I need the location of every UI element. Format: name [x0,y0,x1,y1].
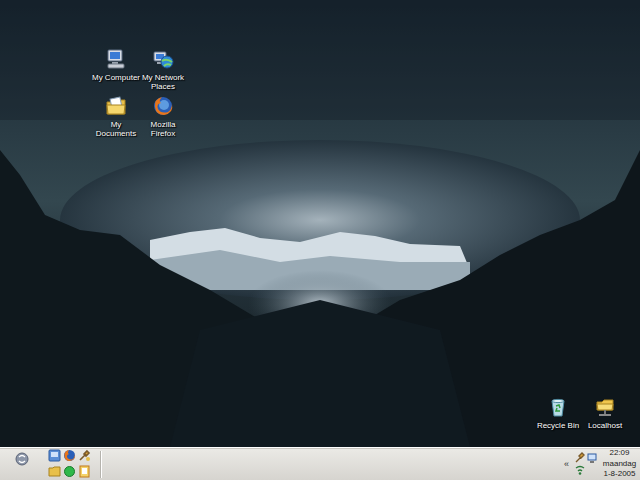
folder-icon[interactable] [48,465,61,478]
icon-label: Localhost [588,421,622,430]
taskbar-separator [100,451,102,478]
quick-launch [48,449,92,479]
clock-date: 1-8-2005 [603,469,635,480]
connection-icon[interactable] [574,464,586,476]
tray-empty-slot [586,464,598,476]
my-documents-shortcut[interactable]: My Documents [91,95,141,138]
icon-label: Recycle Bin [537,421,579,430]
icon-label: My Documents [91,120,141,138]
icon-label: Mozilla Firefox [138,120,188,138]
notepad-icon[interactable] [78,465,91,478]
my-network-places-shortcut[interactable]: My Network Places [138,48,188,91]
tools-icon[interactable] [78,449,91,462]
network-icon[interactable] [586,452,598,464]
wallpaper [0,0,640,447]
recycle-bin-icon [547,396,569,418]
localhost-shortcut[interactable]: Localhost [580,396,630,430]
icon-label: My Computer [92,73,140,82]
desktop[interactable]: My Computer My Network Places My Documen… [0,0,640,447]
recycle-bin-shortcut[interactable]: Recycle Bin [533,396,583,430]
taskbar: « 22:09 maandag 1-8-2005 [0,447,640,480]
firefox-icon[interactable] [63,449,76,462]
green-dot-icon[interactable] [63,465,76,478]
firefox-icon [152,95,174,117]
clock[interactable]: 22:09 maandag 1-8-2005 [602,448,640,480]
tray-expand-button[interactable]: « [563,460,570,469]
start-orb-icon [15,452,29,466]
clock-time: 22:09 [609,448,629,459]
tools-icon[interactable] [574,452,586,464]
start-button[interactable] [0,448,44,480]
my-computer-shortcut[interactable]: My Computer [91,48,141,82]
network-icon [152,48,174,70]
system-tray: « 22:09 maandag 1-8-2005 [563,448,640,480]
show-desktop-icon[interactable] [48,449,61,462]
desktop-screen: My Computer My Network Places My Documen… [0,0,640,480]
tray-icons [574,452,598,476]
computer-icon [105,48,127,70]
documents-folder-icon [105,95,127,117]
web-folder-icon [594,396,616,418]
icon-label: My Network Places [138,73,188,91]
mozilla-firefox-shortcut[interactable]: Mozilla Firefox [138,95,188,138]
clock-day: maandag [603,459,636,470]
